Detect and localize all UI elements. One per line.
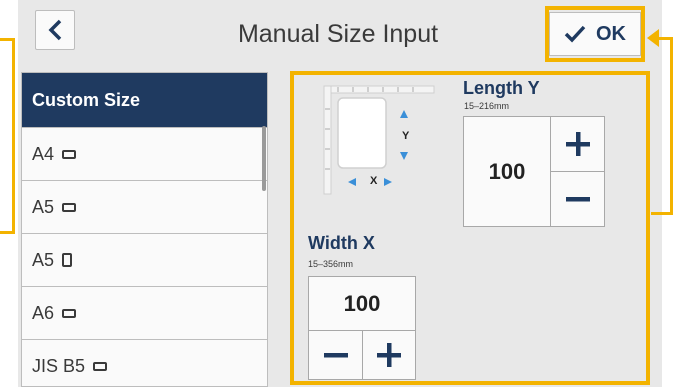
list-item-custom-size[interactable]: Custom Size — [22, 73, 267, 128]
callout-bracket-left — [0, 38, 15, 234]
screen: Manual Size Input OK Custom Size A4 A5 A… — [18, 0, 673, 387]
input-panel-highlight — [290, 71, 650, 385]
list-item-a6[interactable]: A6 — [22, 287, 267, 340]
list-item-a4[interactable]: A4 — [22, 128, 267, 181]
paper-size-list: Custom Size A4 A5 A5 A6 JIS B5 — [21, 72, 268, 387]
ok-button-highlight — [545, 6, 645, 62]
portrait-icon — [62, 253, 73, 267]
landscape-icon — [93, 361, 108, 371]
list-scrollbar[interactable] — [262, 126, 266, 191]
list-item-label: A5 — [32, 196, 55, 217]
list-item-a5-portrait[interactable]: A5 — [22, 234, 267, 287]
list-item-label: A5 — [32, 249, 55, 270]
list-item-label: Custom Size — [32, 89, 141, 110]
list-item-a5-landscape[interactable]: A5 — [22, 181, 267, 234]
back-button[interactable] — [35, 10, 75, 50]
list-item-label: JIS B5 — [32, 355, 86, 376]
list-item-label: A6 — [32, 302, 55, 323]
landscape-icon — [62, 308, 77, 318]
landscape-icon — [62, 202, 77, 212]
callout-bracket-right — [651, 37, 673, 215]
page-title: Manual Size Input — [237, 20, 439, 48]
callout-arrow-icon — [647, 29, 659, 47]
chevron-left-icon — [48, 19, 62, 41]
landscape-icon — [62, 149, 77, 159]
list-item-jis-b5[interactable]: JIS B5 — [22, 340, 267, 386]
list-item-label: A4 — [32, 143, 55, 164]
